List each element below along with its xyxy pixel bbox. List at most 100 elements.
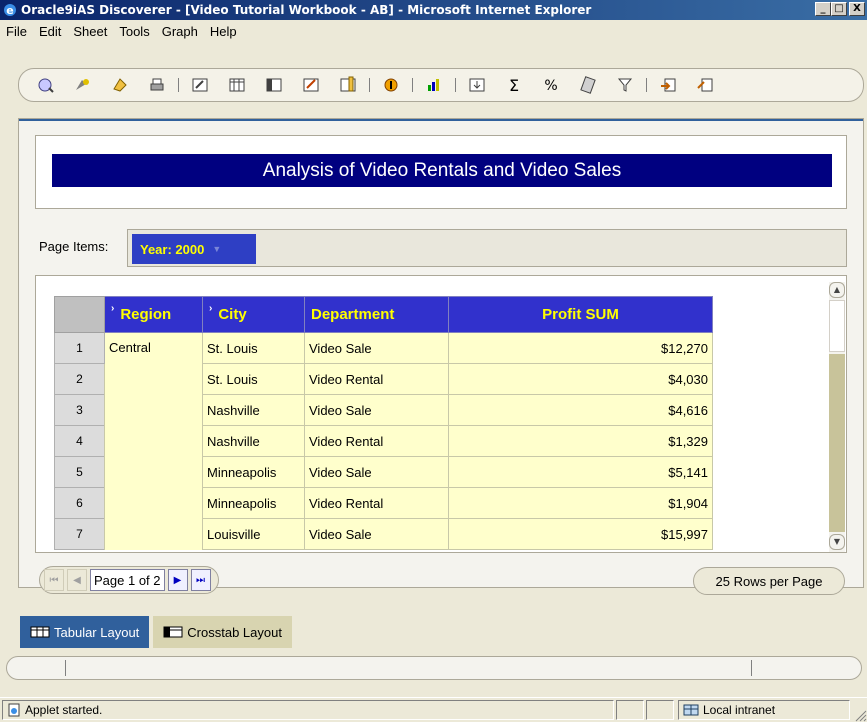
scroll-track[interactable] xyxy=(829,354,845,532)
cell-region[interactable]: Central xyxy=(104,332,203,550)
close-button[interactable]: X xyxy=(849,2,865,16)
cell-department[interactable]: Video Sale xyxy=(304,456,449,488)
window-title: Oracle9iAS Discoverer - [Video Tutorial … xyxy=(21,3,592,17)
cell-department[interactable]: Video Sale xyxy=(304,332,449,364)
cell-profit[interactable]: $1,329 xyxy=(448,425,713,457)
scroll-marker xyxy=(751,660,752,676)
cell-city[interactable]: St. Louis xyxy=(202,363,305,395)
cell-city[interactable]: Nashville xyxy=(202,394,305,426)
filter-icon[interactable] xyxy=(614,74,636,96)
graph-icon[interactable] xyxy=(423,74,445,96)
drill-arrow-icon[interactable]: › xyxy=(111,303,114,314)
cell-city[interactable]: Minneapolis xyxy=(202,456,305,488)
row-number: 7 xyxy=(54,518,105,550)
row-number: 6 xyxy=(54,487,105,519)
format-columns-icon[interactable] xyxy=(337,74,359,96)
page-items-label: Page Items: xyxy=(39,239,109,254)
column-header-region[interactable]: › Region xyxy=(104,296,203,333)
table-header-row: › Region › City Department Profit SUM xyxy=(54,296,713,333)
internet-explorer-icon: e xyxy=(4,4,16,17)
menu-bar: File Edit Sheet Tools Graph Help xyxy=(0,20,867,42)
page-indicator: Page 1 of 2 xyxy=(90,569,165,591)
zone-text: Local intranet xyxy=(703,703,776,717)
table-icon xyxy=(30,626,50,638)
status-bar: Applet started. Local intranet xyxy=(0,697,867,722)
svg-text:%: % xyxy=(544,78,557,94)
pager-controls: ⏮ ◀ Page 1 of 2 ▶ ⏭ xyxy=(39,566,219,594)
svg-text:e: e xyxy=(6,4,13,17)
tab-tabular-layout[interactable]: Tabular Layout xyxy=(20,616,150,648)
row-number: 2 xyxy=(54,363,105,395)
percent-icon[interactable]: % xyxy=(540,74,562,96)
column-header-department[interactable]: Department xyxy=(304,296,449,333)
row-number: 5 xyxy=(54,456,105,488)
cell-department[interactable]: Video Sale xyxy=(304,518,449,550)
tab-crosstab-layout[interactable]: Crosstab Layout xyxy=(153,616,292,648)
cell-city[interactable]: Nashville xyxy=(202,425,305,457)
last-page-icon[interactable]: ⏭ xyxy=(190,569,211,591)
export-icon[interactable] xyxy=(657,74,679,96)
cell-city[interactable]: St. Louis xyxy=(202,332,305,364)
previous-page-icon[interactable]: ◀ xyxy=(67,569,87,591)
cell-department[interactable]: Video Rental xyxy=(304,363,449,395)
scroll-up-icon[interactable]: ▲ xyxy=(829,282,845,298)
cell-profit[interactable]: $1,904 xyxy=(448,487,713,519)
cell-profit[interactable]: $4,616 xyxy=(448,394,713,426)
resize-grip-icon[interactable] xyxy=(853,708,867,722)
menu-graph[interactable]: Graph xyxy=(162,24,198,39)
cell-department[interactable]: Video Sale xyxy=(304,394,449,426)
table-layout-icon[interactable] xyxy=(226,74,248,96)
menu-help[interactable]: Help xyxy=(210,24,237,39)
cell-city[interactable]: Minneapolis xyxy=(202,487,305,519)
column-header-city[interactable]: › City xyxy=(202,296,305,333)
pivot-icon[interactable] xyxy=(466,74,488,96)
next-page-icon[interactable]: ▶ xyxy=(167,569,188,591)
calculation-icon[interactable] xyxy=(577,74,599,96)
menu-tools[interactable]: Tools xyxy=(119,24,149,39)
new-workbook-icon[interactable] xyxy=(35,74,57,96)
cell-profit[interactable]: $5,141 xyxy=(448,456,713,488)
pager: ⏮ ◀ Page 1 of 2 ▶ ⏭ xyxy=(39,565,219,595)
open-workbook-icon[interactable] xyxy=(72,74,94,96)
row-number: 1 xyxy=(54,332,105,364)
cell-city[interactable]: Louisville xyxy=(202,518,305,550)
svg-text:Σ: Σ xyxy=(509,76,519,94)
schedule-icon[interactable] xyxy=(694,74,716,96)
toolbar-separator xyxy=(412,78,413,92)
minimize-button[interactable]: _ xyxy=(815,2,831,16)
cell-profit[interactable]: $4,030 xyxy=(448,363,713,395)
menu-file[interactable]: File xyxy=(6,24,27,39)
column-header-profit-sum[interactable]: Profit SUM xyxy=(448,296,713,333)
page-item-year-button[interactable]: Year: 2000 ▼ xyxy=(132,234,256,264)
status-text: Applet started. xyxy=(25,703,103,717)
vertical-scrollbar[interactable]: ▲ ▼ xyxy=(829,282,845,552)
drill-arrow-icon[interactable]: › xyxy=(209,303,212,314)
menu-edit[interactable]: Edit xyxy=(39,24,61,39)
table-row: 1 Central St. Louis Video Sale $12,270 xyxy=(54,332,713,550)
scroll-thumb[interactable] xyxy=(829,300,845,352)
horizontal-scrollbar[interactable] xyxy=(6,656,862,680)
cell-profit[interactable]: $12,270 xyxy=(448,332,713,364)
applet-top-border xyxy=(19,119,863,121)
table-corner xyxy=(54,296,105,333)
status-cell xyxy=(646,700,674,720)
save-workbook-icon[interactable] xyxy=(109,74,131,96)
maximize-button[interactable]: □ xyxy=(831,2,847,16)
toolbar: Σ % xyxy=(18,68,864,102)
scroll-down-icon[interactable]: ▼ xyxy=(829,534,845,550)
drill-icon[interactable] xyxy=(380,74,402,96)
edit-title-icon[interactable] xyxy=(300,74,322,96)
cell-department[interactable]: Video Rental xyxy=(304,425,449,457)
edit-sheet-icon[interactable] xyxy=(189,74,211,96)
local-intranet-icon xyxy=(683,704,699,716)
cell-department[interactable]: Video Rental xyxy=(304,487,449,519)
print-icon[interactable] xyxy=(146,74,168,96)
rows-per-page-button[interactable]: 25 Rows per Page xyxy=(693,567,845,595)
sum-icon[interactable]: Σ xyxy=(503,74,525,96)
cell-profit[interactable]: $15,997 xyxy=(448,518,713,550)
crosstab-layout-icon[interactable] xyxy=(263,74,285,96)
window-titlebar: e Oracle9iAS Discoverer - [Video Tutoria… xyxy=(0,0,867,20)
first-page-icon[interactable]: ⏮ xyxy=(44,569,64,591)
row-number: 3 xyxy=(54,394,105,426)
menu-sheet[interactable]: Sheet xyxy=(73,24,107,39)
